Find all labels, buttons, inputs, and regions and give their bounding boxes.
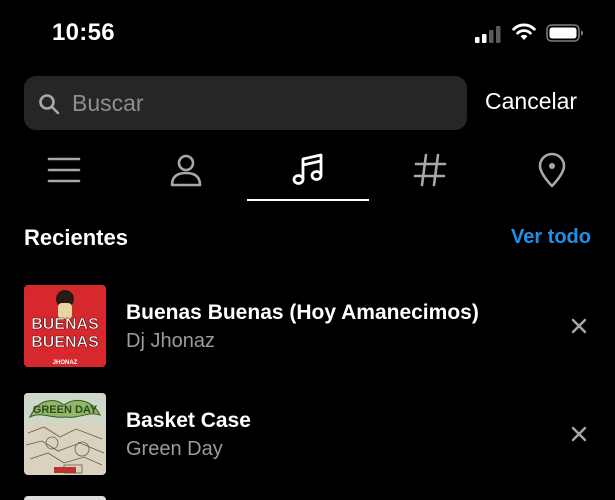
tab-places[interactable] <box>490 140 613 202</box>
tab-top[interactable] <box>2 140 125 202</box>
person-icon <box>170 154 201 187</box>
see-all-link[interactable]: Ver todo <box>511 226 591 249</box>
svg-text:GREEN DAY: GREEN DAY <box>33 404 98 416</box>
search-icon <box>39 94 60 115</box>
track-artist: Dj Jhonaz <box>126 330 215 352</box>
tab-tags[interactable] <box>368 140 491 202</box>
cellular-signal-icon <box>475 26 501 43</box>
cancel-button[interactable]: Cancelar <box>485 88 577 115</box>
svg-text:JHONAZ: JHONAZ <box>53 360 78 366</box>
track-title: Buenas Buenas (Hoy Amanecimos) <box>126 301 479 324</box>
tab-accounts[interactable] <box>124 140 247 202</box>
search-input[interactable] <box>72 85 452 121</box>
status-bar: 10:56 <box>0 0 615 70</box>
status-time: 10:56 <box>52 19 115 46</box>
list-item[interactable]: BUENAS BUENAS JHONAZ Buenas Buenas (Hoy … <box>0 280 615 368</box>
close-icon[interactable] <box>568 315 590 337</box>
next-list-item-peek <box>24 496 106 500</box>
wifi-icon <box>512 23 536 40</box>
close-icon[interactable] <box>568 423 590 445</box>
tab-audio[interactable] <box>246 140 369 202</box>
menu-icon <box>47 157 80 183</box>
recent-header: Recientes Ver todo <box>24 223 591 253</box>
search-box[interactable] <box>24 76 467 130</box>
selected-tab-indicator <box>247 199 369 201</box>
svg-text:BUENAS: BUENAS <box>31 316 99 333</box>
hashtag-icon <box>413 153 446 187</box>
track-title: Basket Case <box>126 409 251 432</box>
battery-icon <box>546 24 583 42</box>
search-row: Cancelar <box>24 76 594 130</box>
svg-text:BUENAS: BUENAS <box>31 334 99 351</box>
album-cover: GREEN DAY <box>24 393 106 475</box>
music-note-icon <box>292 153 322 185</box>
location-pin-icon <box>538 152 565 188</box>
album-cover: BUENAS BUENAS JHONAZ <box>24 285 106 367</box>
track-artist: Green Day <box>126 438 223 460</box>
section-title: Recientes <box>24 225 128 250</box>
list-item[interactable]: GREEN DAY Basket Case Green Day <box>0 388 615 476</box>
search-tabs <box>0 140 615 202</box>
